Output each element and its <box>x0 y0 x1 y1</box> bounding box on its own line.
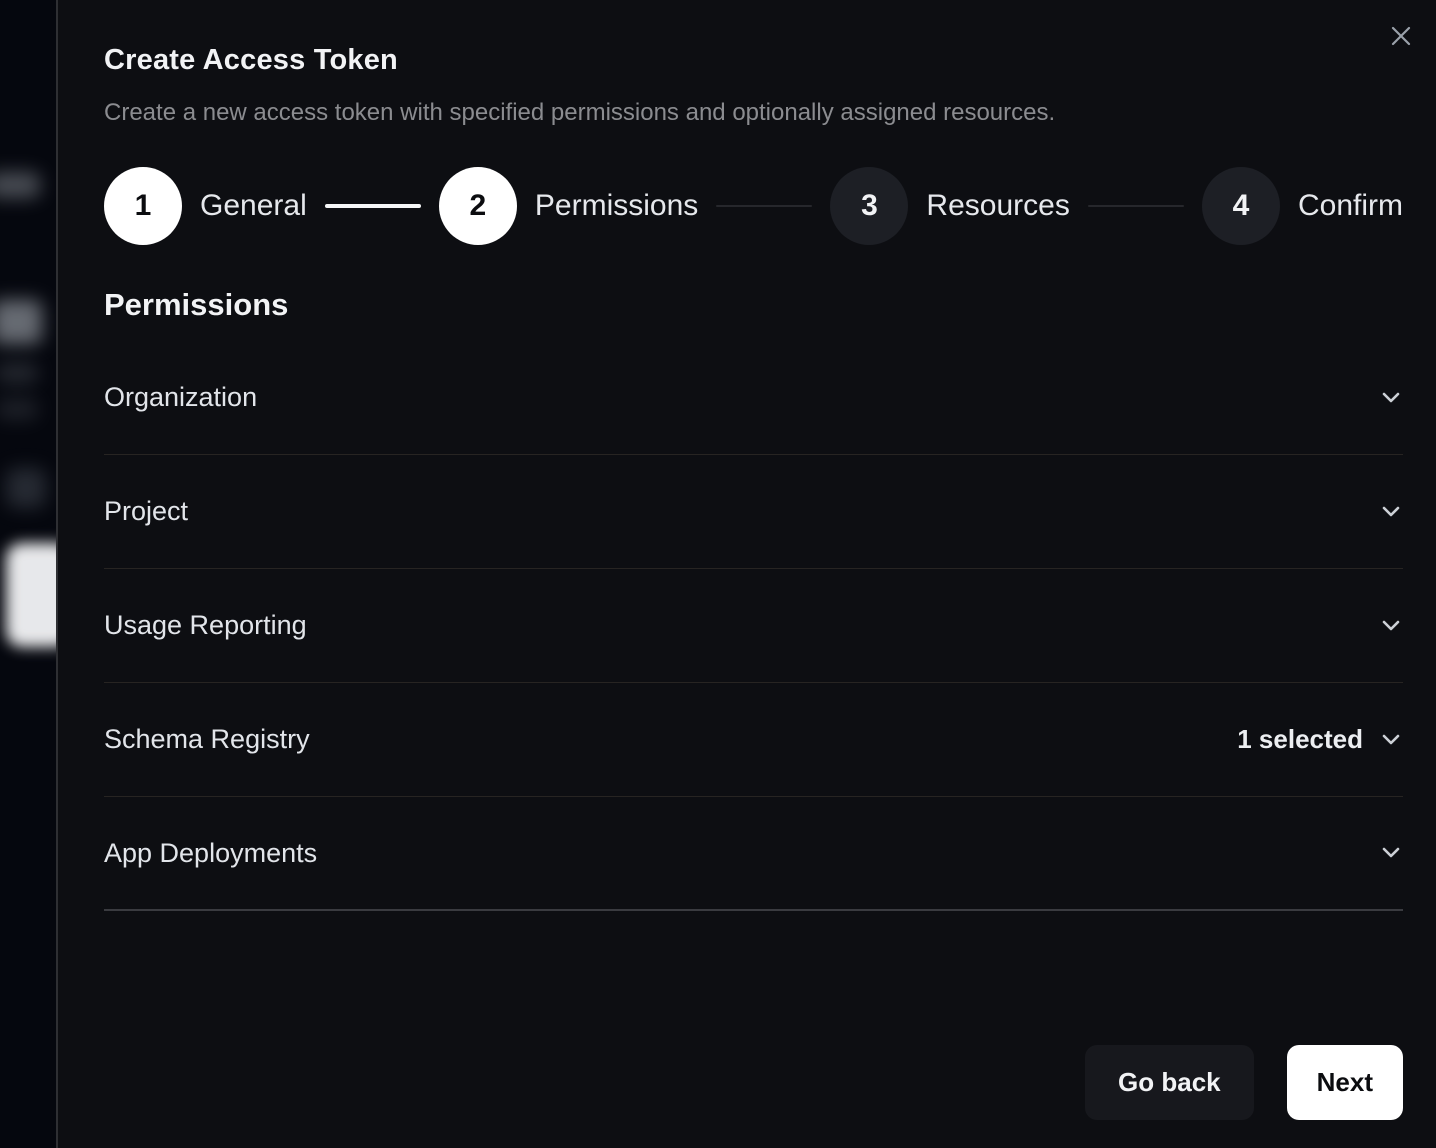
wizard-stepper: 1 General 2 Permissions 3 Resources 4 Co… <box>104 167 1403 245</box>
step-label: General <box>200 189 307 223</box>
step-connector <box>325 204 421 208</box>
next-button[interactable]: Next <box>1287 1045 1403 1120</box>
accordion-label: Organization <box>104 382 257 413</box>
chevron-down-icon <box>1379 386 1403 410</box>
blurred-nav-text <box>0 398 38 420</box>
step-connector <box>716 205 812 207</box>
blurred-nav-text <box>0 172 40 198</box>
blurred-card <box>6 543 56 647</box>
create-access-token-modal: Create Access Token Create a new access … <box>56 0 1436 1148</box>
modal-title: Create Access Token <box>104 44 1403 77</box>
step-general[interactable]: 1 General <box>104 167 307 245</box>
step-label: Resources <box>926 189 1069 223</box>
blurred-nav-text <box>0 362 38 384</box>
close-button[interactable] <box>1388 24 1414 50</box>
page-title: Permissions <box>104 287 1403 323</box>
step-number-badge: 1 <box>104 167 182 245</box>
step-permissions[interactable]: 2 Permissions <box>439 167 698 245</box>
step-connector <box>1088 205 1184 207</box>
background-page-blur <box>0 0 56 1148</box>
step-number-badge: 3 <box>830 167 908 245</box>
modal-subtitle: Create a new access token with specified… <box>104 99 1403 127</box>
accordion-row-app-deployments[interactable]: App Deployments <box>104 797 1403 911</box>
step-number-badge: 2 <box>439 167 517 245</box>
step-label: Confirm <box>1298 189 1403 223</box>
accordion-row-organization[interactable]: Organization <box>104 341 1403 455</box>
go-back-button[interactable]: Go back <box>1085 1045 1254 1120</box>
accordion-row-usage-reporting[interactable]: Usage Reporting <box>104 569 1403 683</box>
modal-footer: Go back Next <box>1085 1045 1403 1120</box>
chevron-down-icon <box>1379 841 1403 865</box>
selected-count-badge: 1 selected <box>1237 724 1363 755</box>
accordion-row-project[interactable]: Project <box>104 455 1403 569</box>
accordion-label: Usage Reporting <box>104 610 307 641</box>
chevron-down-icon <box>1379 500 1403 524</box>
step-number-badge: 4 <box>1202 167 1280 245</box>
step-label: Permissions <box>535 189 698 223</box>
blurred-nav-heading <box>0 300 42 344</box>
step-resources[interactable]: 3 Resources <box>830 167 1069 245</box>
chevron-down-icon <box>1379 728 1403 752</box>
accordion-row-schema-registry[interactable]: Schema Registry 1 selected <box>104 683 1403 797</box>
chevron-down-icon <box>1379 614 1403 638</box>
close-icon <box>1389 24 1413 51</box>
accordion-label: App Deployments <box>104 838 317 869</box>
accordion-label: Project <box>104 496 188 527</box>
step-confirm[interactable]: 4 Confirm <box>1202 167 1403 245</box>
blurred-icon <box>6 468 46 508</box>
permissions-accordion: Organization Project <box>104 341 1403 911</box>
accordion-label: Schema Registry <box>104 724 310 755</box>
